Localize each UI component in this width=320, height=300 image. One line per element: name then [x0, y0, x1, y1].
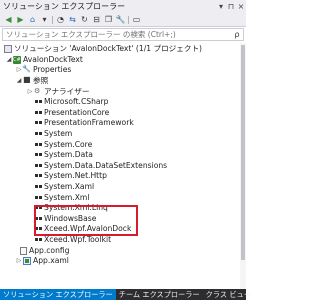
analyzer-icon	[34, 86, 42, 96]
tree-item-label: App.config	[29, 245, 70, 255]
tree-item-label: System.Data.DataSetExtensions	[44, 160, 168, 170]
sync-icon[interactable]: ⇆	[67, 14, 78, 25]
tree-item-project[interactable]: ◢ AvalonDockText	[5, 55, 83, 66]
assembly-reference-icon	[34, 119, 42, 127]
wrench-icon	[22, 64, 31, 74]
assembly-reference-icon	[34, 130, 42, 138]
search-input[interactable]: ソリューション エクスプローラー の検索 (Ctrl+;)	[6, 29, 231, 40]
tree-item-label: System	[44, 129, 73, 139]
tree-item-reference[interactable]: System.Xaml	[34, 182, 94, 193]
tab-class-view[interactable]: クラス ビュー	[203, 289, 254, 300]
collapsed-arrow-icon[interactable]: ▷	[26, 87, 34, 97]
expanded-arrow-icon[interactable]: ◢	[5, 55, 13, 65]
tree-item-label: System.Xaml	[44, 182, 95, 192]
tree-item-label: PresentationFramework	[44, 118, 134, 128]
csharp-project-icon	[13, 55, 21, 65]
solution-explorer-toolbar: ◀ ▶ ⌂ ▾ | ◔ ⇆ ↻ ⊟ ❐ 🔧 | ▭	[0, 13, 246, 27]
tree-item-label: System.Core	[44, 139, 93, 149]
tree-item-reference[interactable]: System	[34, 129, 72, 140]
bottom-tab-strip: ソリューション エクスプローラー チーム エクスプローラー クラス ビュー	[0, 289, 251, 300]
tree-item-label: Properties	[33, 65, 72, 75]
tree-item-reference[interactable]: System.Data	[34, 150, 93, 161]
pin-icon[interactable]: ⊓	[226, 2, 236, 11]
tree-item-reference[interactable]: PresentationFramework	[34, 118, 134, 129]
solution-icon	[4, 45, 12, 54]
window-title: ソリューション エクスプローラー	[3, 2, 126, 11]
assembly-reference-icon	[34, 151, 42, 159]
assembly-reference-icon	[34, 141, 42, 149]
assembly-reference-icon	[34, 98, 42, 106]
tree-item-label: PresentationCore	[44, 107, 110, 117]
assembly-reference-icon	[34, 215, 42, 223]
pending-changes-icon[interactable]: ◔	[55, 14, 66, 25]
assembly-reference-icon	[34, 236, 42, 244]
tree-item-label: Microsoft.CSharp	[44, 97, 109, 107]
tree-item-reference[interactable]: System.Data.DataSetExtensions	[34, 161, 167, 172]
references-icon	[23, 75, 31, 85]
toolbar-separator: |	[127, 15, 130, 24]
assembly-reference-icon	[34, 162, 42, 170]
tree-item-label: App.xaml	[33, 256, 69, 266]
tree-item-label: System.Data	[44, 150, 93, 160]
expanded-arrow-icon[interactable]: ◢	[15, 76, 23, 86]
tree-item-reference[interactable]: System.Core	[34, 139, 92, 150]
tree-item-reference[interactable]: Xceed.Wpf.Toolkit	[34, 235, 111, 246]
tree-item-app-xaml[interactable]: ▷ App.xaml	[15, 256, 69, 267]
dropdown-icon[interactable]: ▾	[39, 14, 50, 25]
assembly-reference-icon	[34, 183, 42, 191]
home-icon[interactable]: ⌂	[27, 14, 38, 25]
tree-item-label: 参照	[33, 76, 49, 86]
tree-item-reference[interactable]: System.Xml	[34, 192, 89, 203]
assembly-reference-icon	[34, 194, 42, 202]
tree-item-reference[interactable]: PresentationCore	[34, 108, 109, 119]
tree-item-label: WindowsBase	[44, 213, 97, 223]
tree-item-label: System.Net.Http	[44, 171, 107, 181]
tree-item-references[interactable]: ◢ 参照	[15, 75, 49, 87]
tree-item-label: System.Xml	[44, 192, 90, 202]
tree-item-label: AvalonDockText	[23, 54, 83, 64]
back-icon[interactable]: ◀	[3, 14, 14, 25]
tree-item-reference[interactable]: Microsoft.CSharp	[34, 97, 109, 108]
tree-item-label: System.Xml.Linq	[44, 203, 108, 213]
assembly-reference-icon	[34, 225, 42, 233]
tree-item-analyzers[interactable]: ▷ アナライザー	[26, 86, 90, 97]
collapsed-arrow-icon[interactable]: ▷	[15, 256, 23, 266]
tree-item-reference[interactable]: WindowsBase	[34, 214, 96, 225]
tree-item-solution[interactable]: ソリューション 'AvalonDockText' (1/1 プロジェクト)	[4, 44, 202, 55]
tree-item-reference[interactable]: System.Net.Http	[34, 171, 107, 182]
tree-item-reference[interactable]: Xceed.Wpf.AvalonDock	[34, 224, 131, 235]
search-box[interactable]: ソリューション エクスプローラー の検索 (Ctrl+;) ρ	[2, 28, 244, 41]
scrollbar-thumb[interactable]	[241, 45, 245, 260]
window-titlebar: ソリューション エクスプローラー ▾ ⊓ ×	[0, 0, 246, 13]
collapse-all-icon[interactable]: ⊟	[91, 14, 102, 25]
close-icon[interactable]: ×	[236, 2, 246, 11]
assembly-reference-icon	[34, 109, 42, 117]
assembly-reference-icon	[34, 172, 42, 180]
solution-tree: ソリューション 'AvalonDockText' (1/1 プロジェクト) ◢ …	[0, 43, 240, 300]
forward-icon[interactable]: ▶	[15, 14, 26, 25]
assembly-reference-icon	[34, 204, 42, 212]
tree-item-label: アナライザー	[44, 86, 90, 96]
tree-item-label: ソリューション 'AvalonDockText' (1/1 プロジェクト)	[14, 44, 203, 54]
config-file-icon	[20, 246, 27, 255]
search-icon[interactable]: ρ	[231, 30, 243, 39]
dropdown-icon[interactable]: ▾	[216, 2, 226, 11]
refresh-icon[interactable]: ↻	[79, 14, 90, 25]
tab-solution-explorer[interactable]: ソリューション エクスプローラー	[0, 289, 116, 300]
wrench-icon[interactable]: 🔧	[115, 14, 126, 25]
toolbar-separator: |	[51, 15, 54, 24]
tab-team-explorer[interactable]: チーム エクスプローラー	[116, 289, 203, 300]
vertical-scrollbar[interactable]	[240, 43, 246, 300]
preview-icon[interactable]: ▭	[131, 14, 142, 25]
tree-item-reference[interactable]: System.Xml.Linq	[34, 203, 108, 214]
tree-item-app-config[interactable]: App.config	[20, 245, 70, 256]
xaml-file-icon	[23, 257, 31, 266]
tree-item-label: Xceed.Wpf.Toolkit	[44, 235, 112, 245]
show-all-files-icon[interactable]: ❐	[103, 14, 114, 25]
tree-item-label: Xceed.Wpf.AvalonDock	[44, 224, 132, 234]
